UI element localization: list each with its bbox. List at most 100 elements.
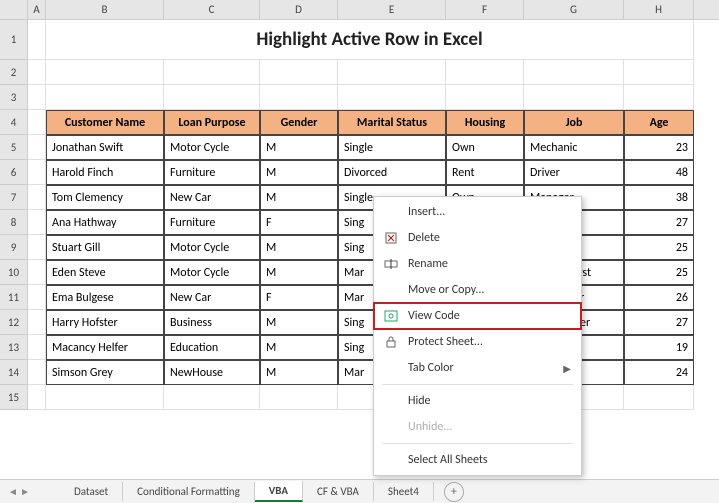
cell[interactable] [164,85,260,110]
cell[interactable] [446,60,524,85]
cell-age[interactable]: 38 [624,185,694,210]
cell[interactable] [624,60,694,85]
cell-marital[interactable]: Single [338,135,446,160]
cell[interactable] [164,385,260,410]
tab-cf-vba[interactable]: CF & VBA [303,482,374,501]
header-loan-purpose[interactable]: Loan Purpose [164,110,260,135]
tab-conditional-formatting[interactable]: Conditional Formatting [123,482,255,501]
col-header-h[interactable]: H [624,0,694,19]
row-header-1[interactable]: 1 [0,20,28,60]
row-header-10[interactable]: 10 [0,260,28,285]
header-marital[interactable]: Marital Status [338,110,446,135]
cell[interactable] [28,210,46,235]
cell[interactable] [28,260,46,285]
cell[interactable] [46,60,164,85]
cell[interactable] [338,85,446,110]
cell-gender[interactable]: M [260,160,338,185]
cell-gender[interactable]: M [260,260,338,285]
cell-gender[interactable]: M [260,360,338,385]
cell-age[interactable]: 27 [624,210,694,235]
cell-gender[interactable]: F [260,210,338,235]
cell-age[interactable]: 27 [624,310,694,335]
cell-marital[interactable]: Divorced [338,160,446,185]
cell-age[interactable]: 23 [624,135,694,160]
add-sheet-button[interactable]: + [444,482,464,502]
row-header-14[interactable]: 14 [0,360,28,385]
cell-name[interactable]: Tom Clemency [46,185,164,210]
row-header-2[interactable]: 2 [0,60,28,85]
row-header-15[interactable]: 15 [0,385,28,410]
cell[interactable] [260,60,338,85]
cell-age[interactable]: 48 [624,160,694,185]
cell-name[interactable]: Eden Steve [46,260,164,285]
cell-purpose[interactable]: Education [164,335,260,360]
cell-gender[interactable]: F [260,285,338,310]
cell-job[interactable]: Driver [524,160,624,185]
cell-housing[interactable]: Rent [446,160,524,185]
col-header-a[interactable]: A [28,0,46,19]
cell-name[interactable]: Jonathan Swift [46,135,164,160]
cell-gender[interactable]: M [260,135,338,160]
cell[interactable] [28,285,46,310]
row-header-6[interactable]: 6 [0,160,28,185]
cell[interactable] [28,360,46,385]
cell[interactable] [28,185,46,210]
ctx-select-all-sheets[interactable]: Select All Sheets [374,447,581,473]
cell-gender[interactable]: M [260,235,338,260]
cell[interactable] [338,60,446,85]
ctx-hide[interactable]: Hide [374,388,581,414]
col-header-f[interactable]: F [446,0,524,19]
row-header-12[interactable]: 12 [0,310,28,335]
cell[interactable] [28,335,46,360]
cell[interactable] [524,60,624,85]
cell-purpose[interactable]: NewHouse [164,360,260,385]
cell[interactable] [28,310,46,335]
cell[interactable] [28,135,46,160]
cell-name[interactable]: Harold Finch [46,160,164,185]
tab-vba[interactable]: VBA [255,481,303,502]
tab-sheet4[interactable]: Sheet4 [374,482,434,501]
col-header-e[interactable]: E [338,0,446,19]
cell[interactable] [164,60,260,85]
cell-purpose[interactable]: Motor Cycle [164,135,260,160]
cell-purpose[interactable]: Motor Cycle [164,235,260,260]
cell-job[interactable]: Mechanic [524,135,624,160]
tab-nav-arrows[interactable]: ◄ ► [8,485,30,498]
row-header-7[interactable]: 7 [0,185,28,210]
ctx-rename[interactable]: Rename [374,251,581,277]
ctx-delete[interactable]: Delete [374,225,581,251]
row-header-13[interactable]: 13 [0,335,28,360]
cell-name[interactable]: Macancy Helfer [46,335,164,360]
ctx-tab-color[interactable]: Tab Color ▶ [374,355,581,381]
cell-purpose[interactable]: New Car [164,185,260,210]
cell[interactable] [624,385,694,410]
cell-gender[interactable]: M [260,185,338,210]
cell-name[interactable]: Ema Bulgese [46,285,164,310]
row-header-9[interactable]: 9 [0,235,28,260]
cell[interactable] [28,160,46,185]
col-header-c[interactable]: C [164,0,260,19]
cell-age[interactable]: 25 [624,235,694,260]
ctx-move-copy[interactable]: Move or Copy... [374,277,581,303]
header-job[interactable]: Job [524,110,624,135]
cell[interactable] [28,385,46,410]
cell-purpose[interactable]: Business [164,310,260,335]
ctx-view-code[interactable]: View Code [374,303,581,329]
cell-name[interactable]: Harry Hofster [46,310,164,335]
ctx-protect-sheet[interactable]: Protect Sheet... [374,329,581,355]
cell[interactable] [28,235,46,260]
cell-name[interactable]: Simson Grey [46,360,164,385]
cell-age[interactable]: 19 [624,335,694,360]
row-header-11[interactable]: 11 [0,285,28,310]
col-header-g[interactable]: G [524,0,624,19]
page-title[interactable]: Highlight Active Row in Excel [46,20,694,60]
row-header-4[interactable]: 4 [0,110,28,135]
cell-gender[interactable]: M [260,335,338,360]
cell[interactable] [28,110,46,135]
cell-age[interactable]: 26 [624,285,694,310]
header-gender[interactable]: Gender [260,110,338,135]
cell[interactable] [524,85,624,110]
cell-name[interactable]: Stuart Gill [46,235,164,260]
cell[interactable] [446,85,524,110]
cell[interactable] [28,85,46,110]
